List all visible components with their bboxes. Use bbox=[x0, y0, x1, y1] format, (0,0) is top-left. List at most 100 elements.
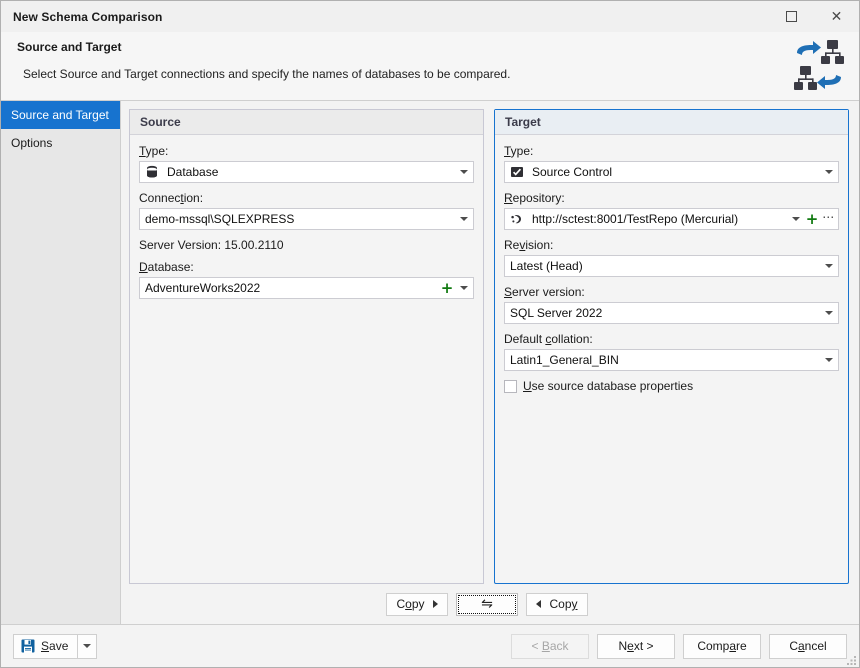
target-server-version-value: SQL Server 2022 bbox=[510, 306, 603, 320]
save-dropdown-button[interactable] bbox=[78, 633, 98, 659]
target-repository-dropdown-arrow[interactable] bbox=[787, 209, 804, 229]
chevron-down-icon bbox=[824, 311, 833, 315]
copy-to-target-button[interactable]: Copy bbox=[386, 592, 448, 616]
copy-to-source-label: Copy bbox=[549, 597, 578, 612]
floppy-save-icon bbox=[21, 639, 35, 653]
sidebar-item-options[interactable]: Options bbox=[1, 129, 120, 157]
source-database-group: Database: AdventureWorks2022 + bbox=[139, 260, 474, 299]
target-server-version-label: Server version: bbox=[504, 285, 585, 299]
target-type-dropdown-arrow[interactable] bbox=[820, 162, 837, 182]
use-source-database-properties-checkbox[interactable]: Use source database properties bbox=[504, 379, 839, 393]
sidebar-item-label: Options bbox=[11, 136, 53, 150]
chevron-down-icon bbox=[459, 170, 468, 174]
target-default-collation-dropdown-arrow[interactable] bbox=[820, 350, 837, 370]
target-revision-combobox[interactable]: Latest (Head) bbox=[504, 255, 839, 277]
sidebar-item-source-and-target[interactable]: Source and Target bbox=[1, 101, 120, 129]
target-repository-value: http://sctest:8001/TestRepo (Mercurial) bbox=[532, 212, 739, 226]
target-server-version-dropdown-arrow[interactable] bbox=[820, 303, 837, 323]
schema-comparison-logo-icon bbox=[794, 40, 844, 90]
source-panel-title: Source bbox=[130, 110, 483, 135]
target-default-collation-value: Latin1_General_BIN bbox=[510, 353, 619, 367]
dialog-footer: Save < Back Next > Compare Cancel bbox=[1, 624, 859, 667]
database-cylinder-icon bbox=[145, 164, 163, 180]
source-database-dropdown-arrow[interactable] bbox=[455, 278, 472, 298]
page-description: Select Source and Target connections and… bbox=[23, 67, 511, 81]
copy-to-source-button[interactable]: Copy bbox=[526, 592, 588, 616]
target-type-label: Type: bbox=[504, 144, 534, 158]
cancel-button[interactable]: Cancel bbox=[769, 633, 847, 659]
target-repository-label: Repository: bbox=[504, 191, 565, 205]
target-repository-group: Repository: http://sctest:8001/TestRepo … bbox=[504, 191, 839, 230]
target-server-version-combobox[interactable]: SQL Server 2022 bbox=[504, 302, 839, 324]
target-default-collation-combobox[interactable]: Latin1_General_BIN bbox=[504, 349, 839, 371]
title-bar: New Schema Comparison ✕ bbox=[1, 1, 859, 32]
source-panel: Source Type: Database Connection: demo-m… bbox=[129, 109, 484, 585]
source-server-version: Server Version: 15.00.2110 bbox=[139, 238, 284, 252]
target-type-value: Source Control bbox=[532, 165, 613, 179]
chevron-down-icon bbox=[459, 286, 468, 290]
chevron-down-icon bbox=[824, 358, 833, 362]
source-type-group: Type: Database bbox=[139, 144, 474, 183]
target-revision-value: Latest (Head) bbox=[510, 259, 583, 273]
source-database-combobox[interactable]: AdventureWorks2022 + bbox=[139, 277, 474, 299]
target-server-version-group: Server version: SQL Server 2022 bbox=[504, 285, 839, 324]
copy-to-target-label: Copy bbox=[396, 597, 425, 612]
dialog-body: Source and Target Options Source Type: D… bbox=[1, 101, 859, 624]
source-type-value: Database bbox=[167, 165, 219, 179]
close-x-icon: ✕ bbox=[830, 8, 843, 25]
panels-row: Source Type: Database Connection: demo-m… bbox=[129, 109, 849, 585]
swap-arrows-icon: ⇋ bbox=[481, 596, 493, 613]
target-revision-dropdown-arrow[interactable] bbox=[820, 256, 837, 276]
cancel-label: Cancel bbox=[789, 639, 827, 653]
target-default-collation-label: Default collation: bbox=[504, 332, 593, 346]
source-control-check-icon bbox=[510, 164, 528, 180]
source-type-combobox[interactable]: Database bbox=[139, 161, 474, 183]
save-split-button: Save bbox=[13, 633, 98, 659]
save-button[interactable]: Save bbox=[13, 633, 79, 659]
dialog-header: Source and Target Select Source and Targ… bbox=[1, 32, 859, 101]
target-type-group: Type: Source Control bbox=[504, 144, 839, 183]
mercurial-repo-icon bbox=[510, 211, 528, 227]
source-type-dropdown-arrow[interactable] bbox=[455, 162, 472, 182]
copy-buttons-row: Copy ⇋ Copy bbox=[125, 584, 849, 624]
back-button[interactable]: < Back bbox=[511, 633, 589, 659]
close-button[interactable]: ✕ bbox=[814, 1, 859, 32]
chevron-down-icon bbox=[83, 644, 92, 648]
resize-grip-icon[interactable] bbox=[845, 654, 857, 666]
content-area: Source Type: Database Connection: demo-m… bbox=[121, 101, 859, 624]
target-default-collation-group: Default collation: Latin1_General_BIN bbox=[504, 332, 839, 371]
source-connection-value: demo-mssql\SQLEXPRESS bbox=[145, 212, 295, 226]
dialog-window: New Schema Comparison ✕ Source and Targe… bbox=[0, 0, 860, 668]
target-revision-label: Revision: bbox=[504, 238, 554, 252]
next-button[interactable]: Next > bbox=[597, 633, 675, 659]
source-connection-combobox[interactable]: demo-mssql\SQLEXPRESS bbox=[139, 208, 474, 230]
page-title: Source and Target bbox=[17, 40, 122, 54]
source-database-value: AdventureWorks2022 bbox=[145, 281, 261, 295]
target-panel-title: Target bbox=[495, 110, 848, 135]
wizard-buttons: < Back Next > Compare Cancel bbox=[511, 633, 847, 659]
repository-more-options-icon[interactable]: ⋯ bbox=[820, 210, 837, 229]
checkbox-box-icon bbox=[504, 379, 517, 393]
triangle-left-icon bbox=[536, 600, 542, 609]
sidebar: Source and Target Options bbox=[1, 101, 121, 624]
use-source-database-properties-label: Use source database properties bbox=[523, 379, 694, 393]
source-database-label: Database: bbox=[139, 260, 194, 274]
source-connection-label: Connection: bbox=[139, 191, 204, 205]
maximize-button[interactable] bbox=[769, 1, 814, 32]
add-database-icon[interactable]: + bbox=[439, 280, 455, 296]
maximize-square-icon bbox=[786, 11, 797, 22]
chevron-down-icon bbox=[459, 217, 468, 221]
compare-button[interactable]: Compare bbox=[683, 633, 761, 659]
add-repository-icon[interactable]: + bbox=[804, 211, 820, 227]
next-label: Next > bbox=[618, 639, 654, 653]
swap-source-target-button[interactable]: ⇋ bbox=[456, 592, 518, 616]
back-label: < Back bbox=[531, 639, 569, 653]
source-type-label: Type: bbox=[139, 144, 169, 158]
window-title: New Schema Comparison bbox=[13, 9, 163, 24]
target-type-combobox[interactable]: Source Control bbox=[504, 161, 839, 183]
save-label: Save bbox=[41, 639, 69, 653]
target-repository-combobox[interactable]: http://sctest:8001/TestRepo (Mercurial) … bbox=[504, 208, 839, 230]
target-panel: Target Type: Source Control Repository: … bbox=[494, 109, 849, 585]
source-connection-dropdown-arrow[interactable] bbox=[455, 209, 472, 229]
sidebar-item-label: Source and Target bbox=[11, 108, 109, 122]
